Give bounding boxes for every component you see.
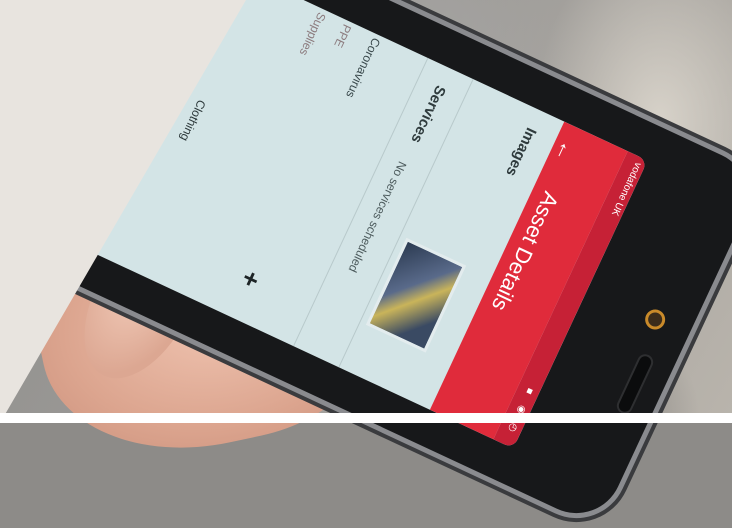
detail-label: Mechanical: [98, 104, 138, 165]
asset-image-thumbnail[interactable]: [365, 237, 467, 353]
detail-value: PPE: [331, 22, 355, 50]
front-camera: [645, 310, 665, 329]
detail-label: Surveying: [71, 103, 107, 158]
detail-label: Clothing: [177, 97, 209, 144]
tab-images[interactable]: Images: [502, 125, 539, 179]
detail-value: Coronavirus: [343, 35, 384, 101]
earpiece-speaker: [616, 354, 654, 414]
detail-value: Supplies: [296, 10, 329, 58]
tab-services[interactable]: Services: [407, 83, 448, 146]
add-icon[interactable]: +: [237, 262, 264, 297]
detail-label: Lifting Chain: [130, 106, 172, 174]
